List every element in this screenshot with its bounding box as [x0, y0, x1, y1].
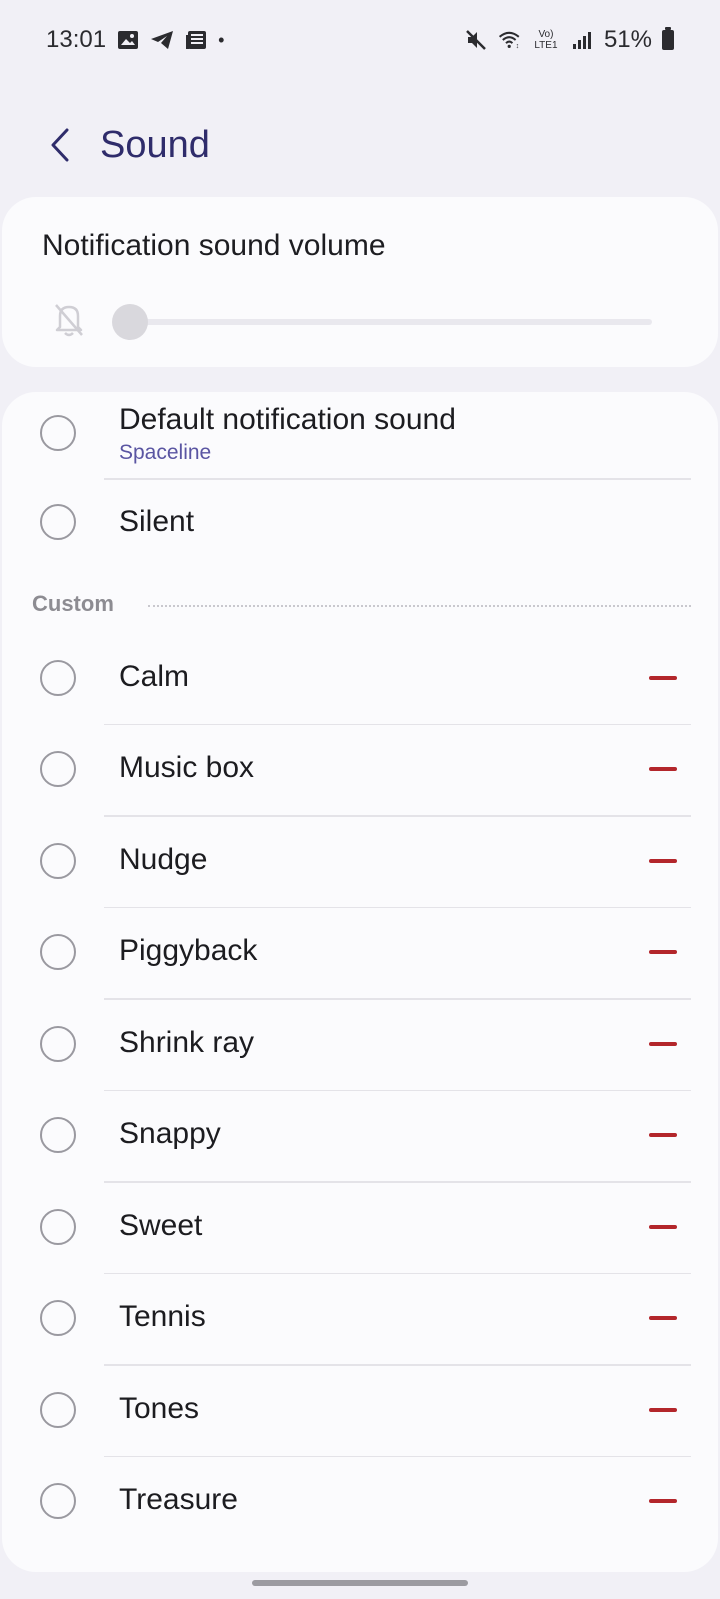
remove-icon[interactable] [648, 1486, 678, 1516]
list-item-custom-sound[interactable]: Piggyback [2, 907, 718, 999]
remove-icon[interactable] [648, 754, 678, 784]
remove-icon[interactable] [648, 937, 678, 967]
minus-icon [649, 1041, 677, 1046]
radio-button[interactable] [40, 504, 76, 540]
radio-button[interactable] [40, 751, 76, 788]
minus-icon [649, 950, 677, 955]
remove-icon[interactable] [648, 1395, 678, 1425]
status-bar: 13:01 • ↕ Vo) LTE1 51% [0, 0, 720, 80]
list-item-custom-sound[interactable]: Snappy [2, 1090, 718, 1182]
page-title: Sound [100, 123, 210, 166]
radio-button[interactable] [40, 659, 76, 696]
battery-icon [662, 27, 674, 50]
list-item-custom-sound[interactable]: Music box [2, 724, 718, 816]
minus-icon [649, 1499, 677, 1504]
custom-sound-label: Calm [119, 659, 190, 693]
app-bar: Sound [0, 110, 720, 180]
radio-button[interactable] [40, 415, 76, 451]
back-button[interactable] [30, 115, 90, 175]
chevron-left-icon [51, 128, 69, 162]
list-item-custom-sound[interactable]: Sweet [2, 1181, 718, 1273]
radio-button[interactable] [40, 842, 76, 879]
list-item-custom-sound[interactable]: Tennis [2, 1273, 718, 1365]
custom-sound-label: Tones [119, 1391, 200, 1425]
list-item-custom-sound[interactable]: Shrink ray [2, 998, 718, 1090]
custom-sound-label: Music box [119, 751, 255, 785]
sound-settings-screen: 13:01 • ↕ Vo) LTE1 51% Sound Notificatio… [0, 0, 720, 1599]
list-item-silent[interactable]: Silent [2, 480, 718, 566]
custom-sound-label: Sweet [119, 1208, 203, 1242]
remove-icon[interactable] [648, 663, 678, 693]
svg-text:↕: ↕ [516, 41, 520, 50]
sound-list-card: Default notification sound Spaceline Sil… [2, 392, 718, 1572]
radio-button[interactable] [40, 1483, 76, 1520]
minus-icon [649, 1133, 677, 1138]
radio-button[interactable] [40, 1208, 76, 1245]
minus-icon [649, 858, 677, 863]
telegram-icon [150, 28, 174, 52]
battery-percent: 51% [603, 26, 652, 53]
volume-slider-thumb[interactable] [112, 304, 148, 340]
status-time: 13:01 [46, 26, 107, 53]
remove-icon[interactable] [648, 1212, 678, 1242]
custom-sound-label: Tennis [119, 1300, 206, 1334]
list-item-custom-sound[interactable]: Treasure [2, 1456, 718, 1548]
section-header-custom: Custom [32, 591, 114, 616]
minus-icon [649, 1316, 677, 1321]
section-divider [148, 605, 691, 607]
custom-sound-label: Treasure [119, 1483, 238, 1517]
custom-sound-label: Shrink ray [119, 1025, 255, 1059]
status-dot: • [218, 30, 225, 50]
minus-icon [649, 1224, 677, 1229]
status-bar-right: ↕ Vo) LTE1 51% [464, 26, 674, 54]
status-bar-left: 13:01 • [46, 26, 224, 54]
radio-button[interactable] [40, 1300, 76, 1337]
remove-icon[interactable] [648, 1120, 678, 1150]
remove-icon[interactable] [648, 846, 678, 876]
default-sound-label: Default notification sound [119, 403, 456, 436]
volume-title: Notification sound volume [42, 229, 386, 262]
custom-sound-label: Snappy [119, 1117, 221, 1151]
list-item-custom-sound[interactable]: Tones [2, 1364, 718, 1456]
home-indicator[interactable] [252, 1580, 468, 1586]
silent-label: Silent [119, 505, 195, 538]
volume-slider-track[interactable] [130, 319, 652, 325]
default-sound-value: Spaceline [119, 441, 212, 464]
bell-off-icon [52, 301, 86, 339]
radio-button[interactable] [40, 1117, 76, 1154]
network-label: Vo) LTE1 [534, 29, 558, 51]
radio-button[interactable] [40, 1391, 76, 1428]
mute-vibrate-icon [464, 28, 488, 52]
custom-sound-label: Piggyback [119, 934, 258, 968]
list-item-custom-sound[interactable]: Calm [2, 632, 718, 724]
minus-icon [649, 1407, 677, 1412]
wifi-icon: ↕ [498, 28, 522, 52]
radio-button[interactable] [40, 1025, 76, 1062]
list-item-custom-sound[interactable]: Nudge [2, 815, 718, 907]
volume-card: Notification sound volume [2, 197, 718, 367]
list-item-default-sound[interactable]: Default notification sound Spaceline [2, 392, 718, 478]
news-icon [184, 28, 208, 52]
gallery-icon [116, 28, 140, 52]
custom-sound-label: Nudge [119, 842, 208, 876]
minus-icon [649, 767, 677, 772]
remove-icon[interactable] [648, 1303, 678, 1333]
remove-icon[interactable] [648, 1029, 678, 1059]
radio-button[interactable] [40, 934, 76, 971]
minus-icon [649, 675, 677, 680]
signal-icon [570, 28, 594, 52]
